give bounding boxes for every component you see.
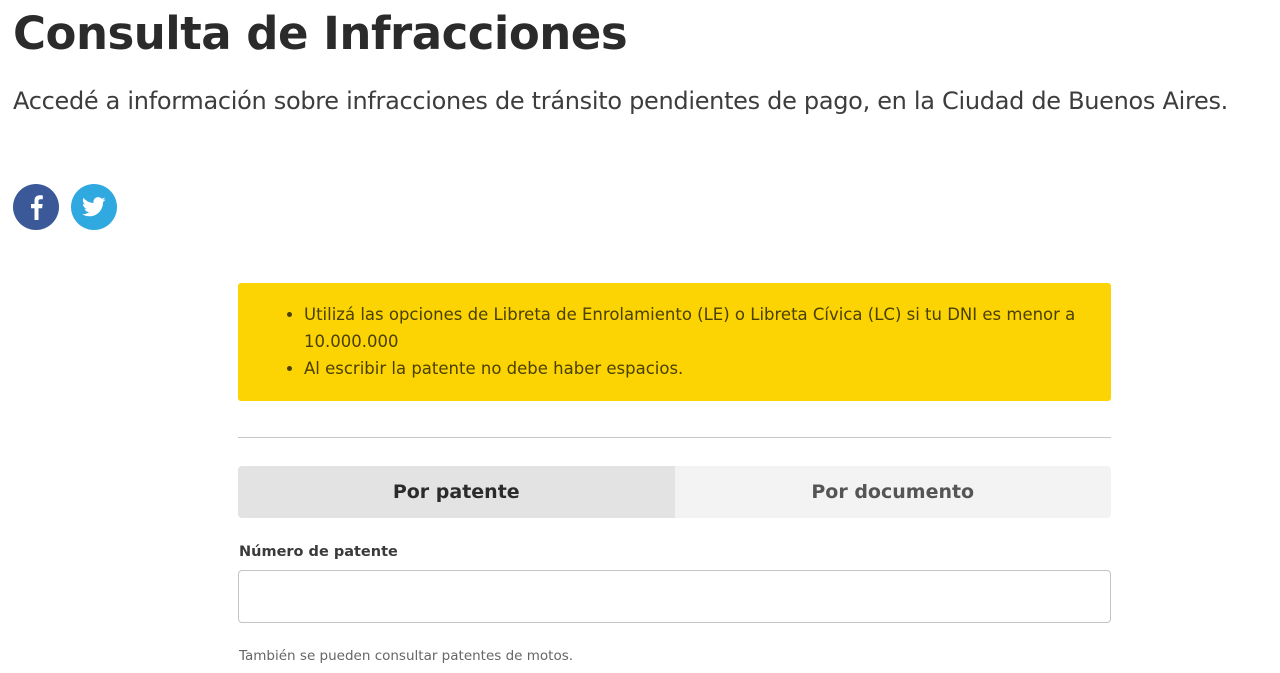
twitter-share-button[interactable] [71, 184, 117, 230]
patente-input[interactable] [238, 570, 1111, 623]
page-subtitle: Accedé a información sobre infracciones … [13, 87, 1228, 115]
patente-helper-text: También se pueden consultar patentes de … [239, 648, 574, 664]
facebook-icon [31, 195, 43, 220]
facebook-share-button[interactable] [13, 184, 59, 230]
divider [238, 437, 1111, 438]
search-mode-tabs: Por patente Por documento [238, 466, 1111, 518]
page-title: Consulta de Infracciones [13, 7, 628, 60]
twitter-icon [82, 197, 106, 217]
tab-por-documento[interactable]: Por documento [674, 466, 1111, 518]
tab-por-patente[interactable]: Por patente [238, 466, 675, 518]
social-share [13, 184, 117, 230]
info-notice: Utilizá las opciones de Libreta de Enrol… [238, 283, 1111, 401]
notice-item-le-lc: Utilizá las opciones de Libreta de Enrol… [304, 301, 1091, 355]
notice-item-no-spaces: Al escribir la patente no debe haber esp… [304, 355, 1091, 382]
page: Consulta de Infracciones Accedé a inform… [0, 0, 1280, 673]
patente-field-label: Número de patente [239, 544, 398, 560]
notice-list: Utilizá las opciones de Libreta de Enrol… [285, 301, 1091, 382]
